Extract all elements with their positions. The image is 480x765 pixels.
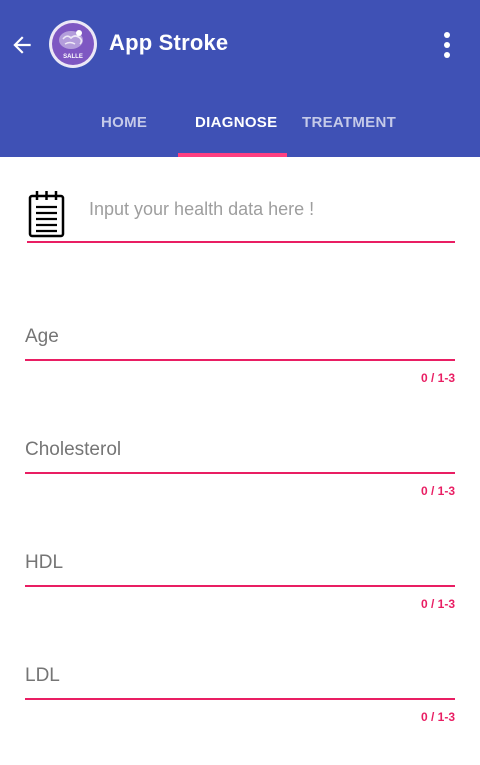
hdl-underline bbox=[25, 585, 455, 587]
overflow-menu-button[interactable] bbox=[434, 27, 460, 63]
hdl-counter: 0 / 1-3 bbox=[420, 597, 455, 611]
cholesterol-counter: 0 / 1-3 bbox=[420, 484, 455, 498]
notepad-icon bbox=[28, 191, 65, 238]
tab-diagnose[interactable]: DIAGNOSE bbox=[195, 114, 277, 131]
age-underline bbox=[25, 359, 455, 361]
back-button[interactable] bbox=[4, 27, 40, 63]
ldl-input[interactable] bbox=[25, 661, 445, 691]
more-vert-icon bbox=[444, 32, 450, 58]
toolbar: SALLE App Stroke bbox=[0, 0, 480, 92]
arrow-back-icon bbox=[13, 36, 31, 54]
intro-underline bbox=[27, 241, 455, 243]
tab-home[interactable]: HOME bbox=[101, 114, 147, 131]
app-title: App Stroke bbox=[109, 30, 229, 55]
age-counter: 0 / 1-3 bbox=[420, 371, 455, 385]
hdl-input[interactable] bbox=[25, 548, 445, 578]
health-data-input[interactable] bbox=[89, 199, 449, 220]
cholesterol-field: 0 / 1-3 bbox=[25, 435, 455, 515]
age-field: 0 / 1-3 bbox=[25, 322, 455, 402]
tab-bar: HOME DIAGNOSE TREATMENT bbox=[0, 92, 480, 157]
hdl-field: 0 / 1-3 bbox=[25, 548, 455, 628]
app-logo: SALLE bbox=[49, 20, 97, 68]
intro-section bbox=[27, 190, 455, 244]
cholesterol-input[interactable] bbox=[25, 435, 445, 465]
ldl-counter: 0 / 1-3 bbox=[420, 710, 455, 724]
ldl-field: 0 / 1-3 bbox=[25, 661, 455, 741]
ldl-underline bbox=[25, 698, 455, 700]
age-input[interactable] bbox=[25, 322, 445, 352]
cholesterol-underline bbox=[25, 472, 455, 474]
tab-treatment[interactable]: TREATMENT bbox=[302, 114, 396, 131]
app-bar: SALLE App Stroke HOME DIAGNOSE TREATMENT bbox=[0, 0, 480, 157]
logo-text: SALLE bbox=[63, 54, 83, 60]
tab-indicator bbox=[178, 153, 287, 157]
